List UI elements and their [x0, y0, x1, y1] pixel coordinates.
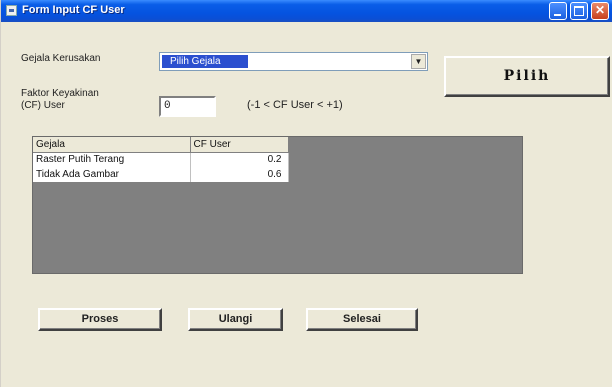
- cell-gejala: Raster Putih Terang: [33, 152, 191, 167]
- ulangi-button[interactable]: Ulangi: [188, 308, 283, 331]
- table-row[interactable]: Tidak Ada Gambar 0.6: [33, 167, 289, 182]
- table-row[interactable]: Raster Putih Terang 0.2: [33, 152, 289, 167]
- pilih-button[interactable]: Pilih: [444, 56, 610, 97]
- maximize-button[interactable]: [570, 2, 588, 20]
- cf-table: Gejala CF User Raster Putih Terang 0.2 T…: [33, 137, 289, 182]
- minimize-button[interactable]: [549, 2, 567, 20]
- title-bar[interactable]: Form Input CF User ✕: [1, 0, 612, 22]
- proses-button[interactable]: Proses: [38, 308, 162, 331]
- gejala-select[interactable]: Pilih Gejala ▼: [159, 52, 428, 71]
- chevron-down-icon[interactable]: ▼: [411, 54, 426, 69]
- header-cf-user[interactable]: CF User: [190, 137, 289, 153]
- header-gejala[interactable]: Gejala: [33, 137, 191, 153]
- cf-range-hint: (-1 < CF User < +1): [247, 99, 343, 111]
- minimize-icon: [554, 14, 561, 16]
- faktor-label-line2: (CF) User: [21, 100, 65, 111]
- cf-user-input[interactable]: 0: [159, 96, 216, 117]
- app-window-icon: [6, 5, 17, 16]
- form-window: Form Input CF User ✕ Gejala Kerusakan Pi…: [0, 0, 612, 387]
- cell-cf: 0.6: [190, 167, 289, 182]
- window-title: Form Input CF User: [22, 4, 125, 16]
- gejala-select-value: Pilih Gejala: [162, 55, 248, 68]
- table-header-row: Gejala CF User: [33, 137, 289, 153]
- cell-gejala: Tidak Ada Gambar: [33, 167, 191, 182]
- close-icon: ✕: [594, 3, 606, 17]
- faktor-label-line1: Faktor Keyakinan: [21, 88, 99, 99]
- selesai-button[interactable]: Selesai: [306, 308, 418, 331]
- close-button[interactable]: ✕: [591, 2, 609, 20]
- gejala-label: Gejala Kerusakan: [21, 53, 101, 64]
- cf-data-grid[interactable]: Gejala CF User Raster Putih Terang 0.2 T…: [32, 136, 523, 274]
- cell-cf: 0.2: [190, 152, 289, 167]
- maximize-icon: [574, 6, 584, 16]
